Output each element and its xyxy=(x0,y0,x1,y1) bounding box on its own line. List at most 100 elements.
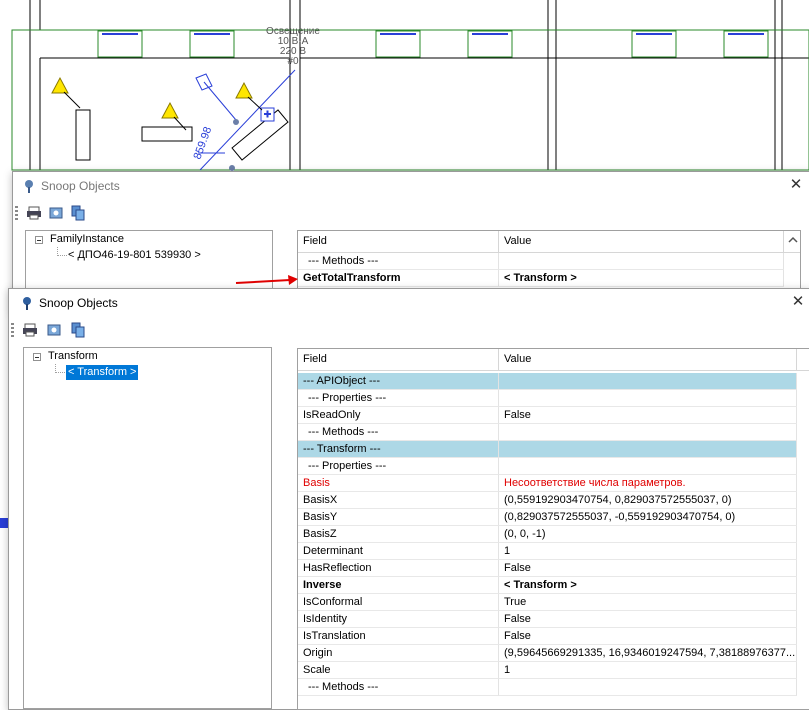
value-cell xyxy=(499,253,784,270)
tree-connector xyxy=(57,255,67,256)
table-row[interactable]: Origin (9,59645669291335, 16,934601924759… xyxy=(298,645,797,662)
column-header-value[interactable]: Value xyxy=(499,349,797,370)
field-cell: Origin xyxy=(298,645,499,662)
field-cell: Scale xyxy=(298,662,499,679)
toolbar-grip[interactable] xyxy=(15,206,18,220)
field-cell: --- Methods --- xyxy=(298,424,499,441)
title-bar: Snoop Objects ✕ xyxy=(13,172,809,200)
table-row[interactable]: --- Methods --- xyxy=(298,424,797,441)
value-cell: Несоответствие числа параметров. xyxy=(499,475,797,492)
value-cell: < Transform > xyxy=(499,270,784,287)
value-cell: True xyxy=(499,594,797,611)
table-row[interactable]: BasisX (0,559192903470754, 0,829037572555… xyxy=(298,492,797,509)
tree-collapse-toggle[interactable] xyxy=(33,353,41,361)
tree-connector xyxy=(55,372,65,373)
scroll-up-arrow-icon[interactable] xyxy=(788,235,798,245)
field-cell: BasisX xyxy=(298,492,499,509)
table-row[interactable]: IsTranslation False xyxy=(298,628,797,645)
value-cell: (9,59645669291335, 16,9346019247594, 7,3… xyxy=(499,645,797,662)
tree-node-root[interactable]: Transform xyxy=(48,349,98,364)
window-title: Snoop Objects xyxy=(39,296,118,310)
grid-header: Field Value xyxy=(298,349,809,371)
print-icon[interactable] xyxy=(25,204,43,222)
table-row[interactable]: IsConformal True xyxy=(298,594,797,611)
table-row[interactable]: IsReadOnly False xyxy=(298,407,797,424)
field-cell: Basis xyxy=(298,475,499,492)
cad-walls xyxy=(12,0,809,170)
snoop-app-icon xyxy=(23,297,31,310)
column-header-value[interactable]: Value xyxy=(499,231,784,252)
grid-header: Field Value xyxy=(298,231,800,253)
value-cell: (0,829037572555037, -0,559192903470754, … xyxy=(499,509,797,526)
title-bar: Snoop Objects ✕ xyxy=(9,289,809,317)
table-row[interactable]: BasisZ (0, 0, -1) xyxy=(298,526,797,543)
table-row[interactable]: --- Properties --- xyxy=(298,390,797,407)
copy-icon[interactable] xyxy=(69,204,87,222)
close-button[interactable]: ✕ xyxy=(786,175,806,195)
field-cell: --- Methods --- xyxy=(298,679,499,696)
table-row[interactable]: GetTotalTransform < Transform > xyxy=(298,270,784,287)
value-cell xyxy=(499,390,797,407)
value-cell xyxy=(499,441,797,458)
value-cell xyxy=(499,373,797,390)
toolbar xyxy=(13,202,809,224)
column-header-field[interactable]: Field xyxy=(298,349,499,370)
table-row[interactable]: HasReflection False xyxy=(298,560,797,577)
toolbar xyxy=(9,319,809,341)
value-cell: (0, 0, -1) xyxy=(499,526,797,543)
field-cell: Determinant xyxy=(298,543,499,560)
field-cell: --- Transform --- xyxy=(298,441,499,458)
field-cell: HasReflection xyxy=(298,560,499,577)
cad-dimension: 859.98 xyxy=(192,125,215,161)
field-cell: --- Properties --- xyxy=(298,458,499,475)
cad-label-line-4: #0 xyxy=(287,56,299,67)
field-cell: Inverse xyxy=(298,577,499,594)
field-cell: --- Methods --- xyxy=(298,253,499,270)
window-title: Snoop Objects xyxy=(41,179,120,193)
tree-collapse-toggle[interactable] xyxy=(35,236,43,244)
snoop-objects-window-front: Snoop Objects ✕ Transform < Transform > … xyxy=(8,288,809,710)
value-cell: False xyxy=(499,611,797,628)
table-row[interactable]: Inverse < Transform > xyxy=(298,577,797,594)
value-cell: 1 xyxy=(499,543,797,560)
print-icon[interactable] xyxy=(21,321,39,339)
toolbar-grip[interactable] xyxy=(11,323,14,337)
copy-icon[interactable] xyxy=(69,321,87,339)
table-row[interactable]: --- Methods --- xyxy=(298,679,797,696)
cad-equipment xyxy=(75,107,289,161)
column-header-field[interactable]: Field xyxy=(298,231,499,252)
field-cell: IsConformal xyxy=(298,594,499,611)
value-cell xyxy=(499,458,797,475)
object-tree: Transform < Transform > xyxy=(23,347,272,709)
value-cell: < Transform > xyxy=(499,577,797,594)
value-cell xyxy=(499,679,797,696)
table-row[interactable]: Basis Несоответствие числа параметров. xyxy=(298,475,797,492)
tree-node-child[interactable]: < ДПО46-19-801 539930 > xyxy=(68,248,201,263)
field-cell: IsReadOnly xyxy=(298,407,499,424)
field-cell: GetTotalTransform xyxy=(298,270,499,287)
value-cell xyxy=(499,424,797,441)
table-row[interactable]: --- Transform --- xyxy=(298,441,797,458)
table-row[interactable]: --- Properties --- xyxy=(298,458,797,475)
table-row[interactable]: IsIdentity False xyxy=(298,611,797,628)
snapshot-icon[interactable] xyxy=(45,321,63,339)
properties-grid: Field Value --- APIObject --- --- Propert… xyxy=(297,348,809,710)
value-cell: (0,559192903470754, 0,829037572555037, 0… xyxy=(499,492,797,509)
field-cell: BasisZ xyxy=(298,526,499,543)
value-cell: 1 xyxy=(499,662,797,679)
snoop-app-icon xyxy=(25,180,33,193)
snapshot-icon[interactable] xyxy=(47,204,65,222)
table-row[interactable]: BasisY (0,829037572555037, -0,55919290347… xyxy=(298,509,797,526)
value-cell: False xyxy=(499,560,797,577)
field-cell: IsIdentity xyxy=(298,611,499,628)
table-row[interactable]: Scale 1 xyxy=(298,662,797,679)
field-cell: IsTranslation xyxy=(298,628,499,645)
tree-node-child-selected[interactable]: < Transform > xyxy=(66,365,139,380)
table-row[interactable]: --- APIObject --- xyxy=(298,373,797,390)
table-row[interactable]: Determinant 1 xyxy=(298,543,797,560)
field-cell: --- APIObject --- xyxy=(298,373,499,390)
close-button[interactable]: ✕ xyxy=(788,292,808,312)
table-row[interactable]: --- Methods --- xyxy=(298,253,784,270)
tree-node-root[interactable]: FamilyInstance xyxy=(50,232,124,247)
value-cell: False xyxy=(499,628,797,645)
